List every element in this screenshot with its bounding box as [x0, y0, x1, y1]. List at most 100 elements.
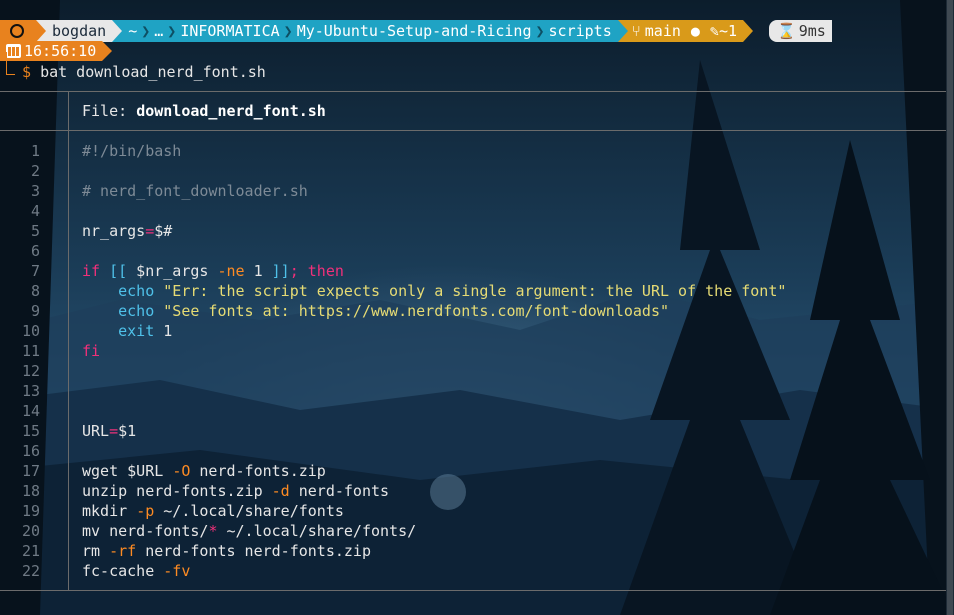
file-name: download_nerd_font.sh [136, 102, 326, 120]
line-source: echo "Err: the script expects only a sin… [118, 282, 787, 300]
code-line: 8 echo "Err: the script expects only a s… [0, 281, 786, 301]
code-line: 1 #!/bin/bash [0, 141, 181, 161]
code-line: 18 unzip nerd-fonts.zip -d nerd-fonts [0, 481, 389, 501]
prompt-user-segment [0, 20, 36, 42]
command-text: bat download_nerd_font.sh [40, 63, 266, 81]
exec-time-text: 9ms [798, 22, 826, 40]
prompt-path-segment: ~ ❯ … ❯ INFORMATICA ❯ My-Ubuntu-Setup-and-R… [122, 20, 618, 42]
code-line: 7 if [[ $nr_args -ne 1 ]]; then [0, 261, 344, 281]
segment-separator [112, 20, 123, 42]
path-separator: ❯ [167, 22, 177, 40]
code-line: 5 nr_args=$# [0, 221, 172, 241]
scrollbar-thumb[interactable] [947, 0, 953, 615]
code-line: 3 # nerd_font_downloader.sh [0, 181, 308, 201]
code-line: 9 echo "See fonts at: https://www.nerdfo… [0, 301, 669, 321]
prompt-username: bogdan [46, 20, 113, 42]
clock-icon: ⌛ [777, 22, 796, 40]
bat-header-rule [0, 130, 946, 131]
code-line: 2 [0, 161, 40, 181]
line-number: 11 [21, 342, 40, 360]
line-source: #!/bin/bash [82, 142, 182, 160]
line-number: 15 [21, 422, 40, 440]
bat-header-divider [68, 91, 69, 131]
code-line: 10 exit 1 [0, 321, 172, 341]
path-separator: ❯ [283, 22, 293, 40]
path-part: … [154, 22, 164, 40]
git-changes: ~1 [718, 22, 738, 40]
segment-separator [102, 41, 113, 61]
line-number: 12 [21, 362, 40, 380]
path-part: ~ [128, 22, 138, 40]
bat-gutter-divider [68, 131, 69, 591]
line-source: fi [82, 342, 101, 360]
segment-separator [743, 20, 754, 42]
git-branch: main [644, 22, 681, 40]
code-line: 4 [0, 201, 40, 221]
line-source: URL=$1 [82, 422, 137, 440]
code-line: 13 [0, 381, 40, 401]
line-source: exit 1 [118, 322, 173, 340]
bat-top-rule [0, 91, 946, 92]
line-source: # nerd_font_downloader.sh [82, 182, 308, 200]
segment-separator [617, 20, 628, 42]
git-branch-icon: ⑂ [631, 22, 641, 40]
code-line: 15 URL=$1 [0, 421, 136, 441]
line-number: 6 [30, 242, 40, 260]
line-number: 8 [30, 282, 40, 300]
code-line: 12 [0, 361, 40, 381]
line-source: mkdir -p ~/.local/share/fonts [82, 502, 344, 520]
edit-icon: ✎ [709, 22, 719, 40]
bat-file-header: File: download_nerd_font.sh [82, 100, 326, 122]
code-line: 21 rm -rf nerd-fonts nerd-fonts.zip [0, 541, 371, 561]
line-number: 9 [30, 302, 40, 320]
git-dirty-indicator: ● [690, 22, 700, 40]
line-number: 21 [21, 542, 40, 560]
line-number: 14 [21, 402, 40, 420]
line-number: 4 [30, 202, 40, 220]
terminal-window[interactable]: bogdan ~ ❯ … ❯ INFORMATICA ❯ My-Ubuntu-Setu… [0, 0, 954, 615]
prompt-connector [6, 52, 15, 75]
code-line: 20 mv nerd-fonts/* ~/.local/share/fonts/ [0, 521, 416, 541]
username-text: bogdan [52, 22, 107, 40]
segment-separator [36, 20, 46, 42]
line-number: 22 [21, 562, 40, 580]
line-number: 16 [21, 442, 40, 460]
line-source: rm -rf nerd-fonts nerd-fonts.zip [82, 542, 371, 560]
code-line: 6 [0, 241, 40, 261]
line-source: wget $URL -O nerd-fonts.zip [82, 462, 326, 480]
line-number: 20 [21, 522, 40, 540]
code-line: 16 [0, 441, 40, 461]
code-line: 11 fi [0, 341, 100, 361]
prompt-git-segment: ⑂ main ● ✎ ~1 [627, 20, 744, 42]
line-source: mv nerd-fonts/* ~/.local/share/fonts/ [82, 522, 417, 540]
line-number: 18 [21, 482, 40, 500]
scrollbar[interactable] [946, 0, 954, 615]
code-line: 17 wget $URL -O nerd-fonts.zip [0, 461, 326, 481]
line-number: 13 [21, 382, 40, 400]
code-listing[interactable]: 1 #!/bin/bash 2 3 # nerd_font_downloader.sh 4… [0, 141, 786, 581]
line-number: 3 [30, 182, 40, 200]
path-part: INFORMATICA [180, 22, 280, 40]
line-source: fc-cache -fv [82, 562, 191, 580]
prompt-symbol: $ [22, 63, 32, 81]
code-line: 19 mkdir -p ~/.local/share/fonts [0, 501, 344, 521]
line-number: 7 [30, 262, 40, 280]
prompt-exec-time: ⌛ 9ms [769, 20, 832, 42]
code-line: 22 fc-cache -fv [0, 561, 190, 581]
time-text: 16:56:10 [24, 42, 97, 60]
prompt-time-segment: 16:56:10 [0, 41, 103, 61]
code-line: 14 [0, 401, 40, 421]
line-number: 2 [30, 162, 40, 180]
line-number: 19 [21, 502, 40, 520]
line-number: 5 [30, 222, 40, 240]
file-label: File: [82, 102, 128, 120]
line-number: 10 [21, 322, 40, 340]
path-part: My-Ubuntu-Setup-and-Ricing [296, 22, 532, 40]
line-number: 1 [30, 142, 40, 160]
prompt-time-line: 16:56:10 [0, 41, 113, 61]
line-source: nr_args=$# [82, 222, 173, 240]
line-source: if [[ $nr_args -ne 1 ]]; then [82, 262, 344, 280]
path-part: scripts [548, 22, 612, 40]
line-source: echo "See fonts at: https://www.nerdfont… [118, 302, 670, 320]
command-line[interactable]: $ bat download_nerd_font.sh [22, 61, 266, 83]
